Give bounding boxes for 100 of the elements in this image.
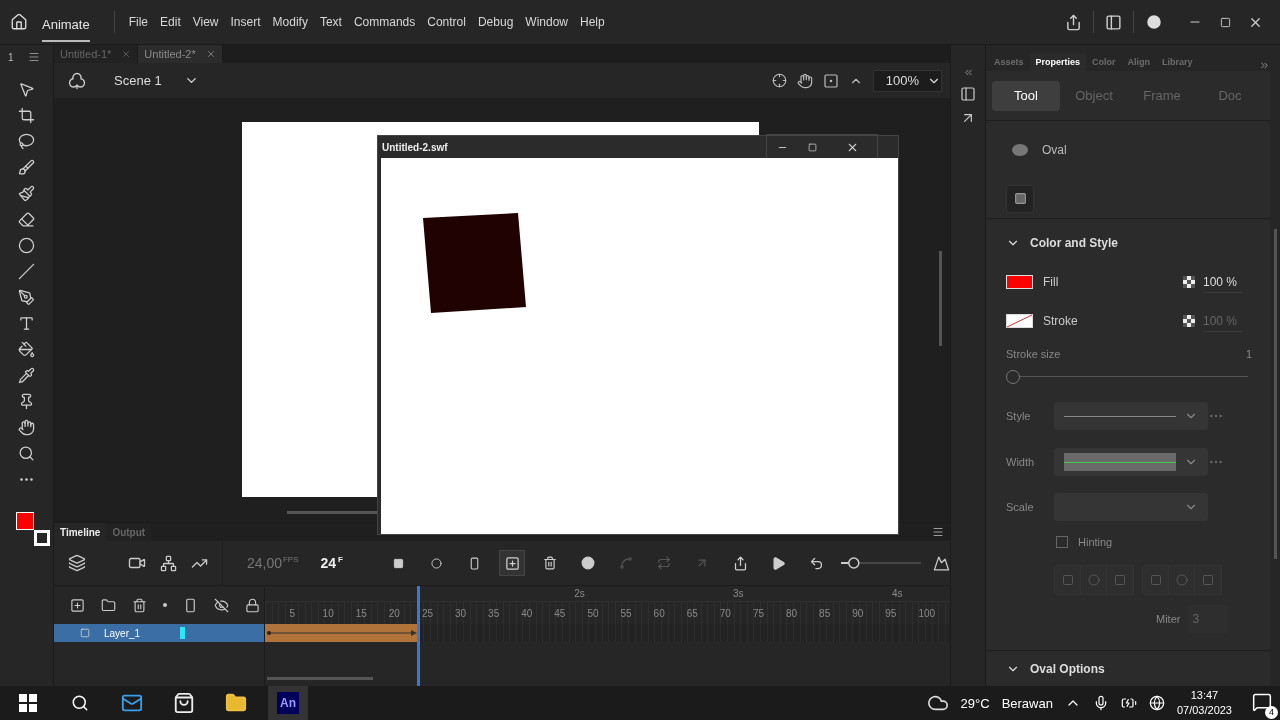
mountain-icon[interactable] [933, 554, 950, 572]
stroke-size-value: 1 [1245, 348, 1252, 360]
windows-icon [19, 694, 37, 712]
expand-icon[interactable] [1259, 60, 1270, 71]
zoom-field[interactable]: 100% [872, 69, 942, 92]
checker-icon [1183, 315, 1195, 327]
lock-icon[interactable] [245, 597, 260, 613]
search-icon [71, 694, 89, 712]
object-drawing-button[interactable] [1006, 184, 1034, 213]
trash-icon [543, 556, 557, 570]
no-stroke-swatch[interactable] [1006, 314, 1033, 328]
width-dropdown[interactable] [1054, 448, 1208, 476]
paintbrush-icon[interactable] [18, 185, 35, 202]
outline-icon[interactable] [183, 597, 198, 613]
hinting-checkbox[interactable] [1056, 536, 1068, 548]
scrollbar[interactable] [939, 251, 942, 346]
transform-icon[interactable] [18, 107, 35, 124]
panel-tab[interactable]: Timeline [54, 523, 107, 541]
arrow-icon[interactable] [18, 81, 35, 98]
clock-time: 13:47 [1190, 688, 1219, 703]
animate-button[interactable]: An [268, 686, 308, 720]
checker-icon [1183, 276, 1195, 288]
menu-item[interactable]: Text [313, 11, 348, 33]
panel-icon [1105, 13, 1122, 31]
hidden-icon[interactable] [214, 597, 229, 613]
hand-icon[interactable] [18, 419, 35, 436]
dot-icon[interactable] [163, 603, 167, 607]
pen-icon[interactable] [18, 289, 35, 306]
menu-icon[interactable] [27, 51, 40, 63]
frame-number: 70 [719, 608, 731, 619]
seconds-label: 2s [574, 588, 585, 599]
eyedropper-icon[interactable] [18, 367, 35, 384]
collapse-icon[interactable] [962, 67, 974, 78]
zoom-slider[interactable] [841, 557, 921, 569]
delete-icon[interactable] [132, 597, 147, 613]
menu-item[interactable]: View [186, 11, 225, 33]
plus-square-icon [504, 555, 520, 571]
stroke-size-slider[interactable] [1006, 369, 1248, 385]
brush-icon[interactable] [18, 159, 35, 176]
menu-item[interactable]: File [122, 11, 155, 33]
frame-number: 40 [521, 608, 533, 619]
scrollbar[interactable] [1274, 229, 1277, 559]
hinting-label: Hinting [1078, 536, 1113, 548]
stroke-swatch[interactable] [33, 530, 50, 546]
scene-dropdown[interactable]: Scene 1 [114, 73, 199, 88]
lasso-icon[interactable] [18, 133, 35, 150]
bucket-icon[interactable] [18, 341, 35, 358]
club-icon[interactable] [68, 71, 86, 90]
fill-alpha-field[interactable]: 100 % [1203, 271, 1243, 293]
search-icon[interactable] [18, 445, 35, 462]
crosshair-icon[interactable] [771, 73, 787, 88]
frame-number: 50 [587, 608, 599, 619]
text-icon[interactable] [18, 315, 35, 332]
menu-item[interactable]: Help [574, 11, 611, 33]
menu-item[interactable]: Insert [224, 11, 267, 33]
miter-label: Miter [1156, 613, 1181, 625]
frame-number: 60 [653, 608, 665, 619]
scrollbar[interactable] [267, 677, 373, 680]
frame-number: 85 [819, 608, 831, 619]
battery-icon[interactable] [1120, 695, 1137, 711]
oval-icon[interactable] [18, 237, 35, 254]
fill-swatch[interactable] [15, 512, 34, 530]
section-header[interactable]: Color and Style [1006, 233, 1270, 253]
menu-item[interactable]: Modify [266, 11, 314, 33]
folder-icon[interactable] [101, 597, 116, 613]
seconds-label: 3s [733, 588, 744, 599]
add-layer-icon[interactable] [70, 597, 85, 613]
scrollbar[interactable] [287, 511, 377, 514]
mode-tab[interactable]: Tool [992, 80, 1060, 111]
stroke-size-label: Stroke size [1006, 348, 1061, 360]
clip-icon[interactable] [822, 72, 839, 89]
page-number: 1 [8, 51, 14, 63]
eraser-icon[interactable] [18, 211, 35, 228]
style-label: Style [1006, 410, 1032, 422]
frame-number: 100 [918, 608, 936, 619]
fill-color-swatch[interactable] [1006, 275, 1033, 289]
menu-icon[interactable] [932, 526, 944, 538]
document-tab[interactable]: Untitled-2* [138, 45, 223, 63]
frame-number: 95 [885, 608, 897, 619]
home-icon[interactable] [10, 13, 28, 31]
auto-keyframe-button[interactable] [499, 550, 525, 576]
layers-icon[interactable] [68, 554, 86, 572]
layer-row[interactable]: Layer_1 [54, 624, 264, 642]
hand-icon[interactable] [796, 72, 813, 89]
menu-item[interactable]: Window [519, 11, 574, 33]
temperature: 29°C [960, 695, 990, 711]
globe-icon[interactable] [1148, 695, 1165, 711]
hierarchy-icon[interactable] [159, 554, 177, 572]
menu-item[interactable]: Control [421, 11, 472, 33]
layer-color-mark [180, 627, 185, 639]
pin-icon[interactable] [18, 393, 35, 410]
square-icon [1013, 192, 1027, 205]
line-icon[interactable] [18, 263, 35, 280]
style-dropdown[interactable] [1054, 402, 1208, 430]
frame-number: 5 [289, 608, 296, 619]
frame-number: 25 [421, 608, 433, 619]
menu-item[interactable]: Commands [347, 11, 422, 33]
menu-item[interactable]: Edit [154, 11, 187, 33]
panel-tab[interactable]: Properties [1029, 53, 1087, 71]
menu-item[interactable]: Debug [471, 11, 520, 33]
